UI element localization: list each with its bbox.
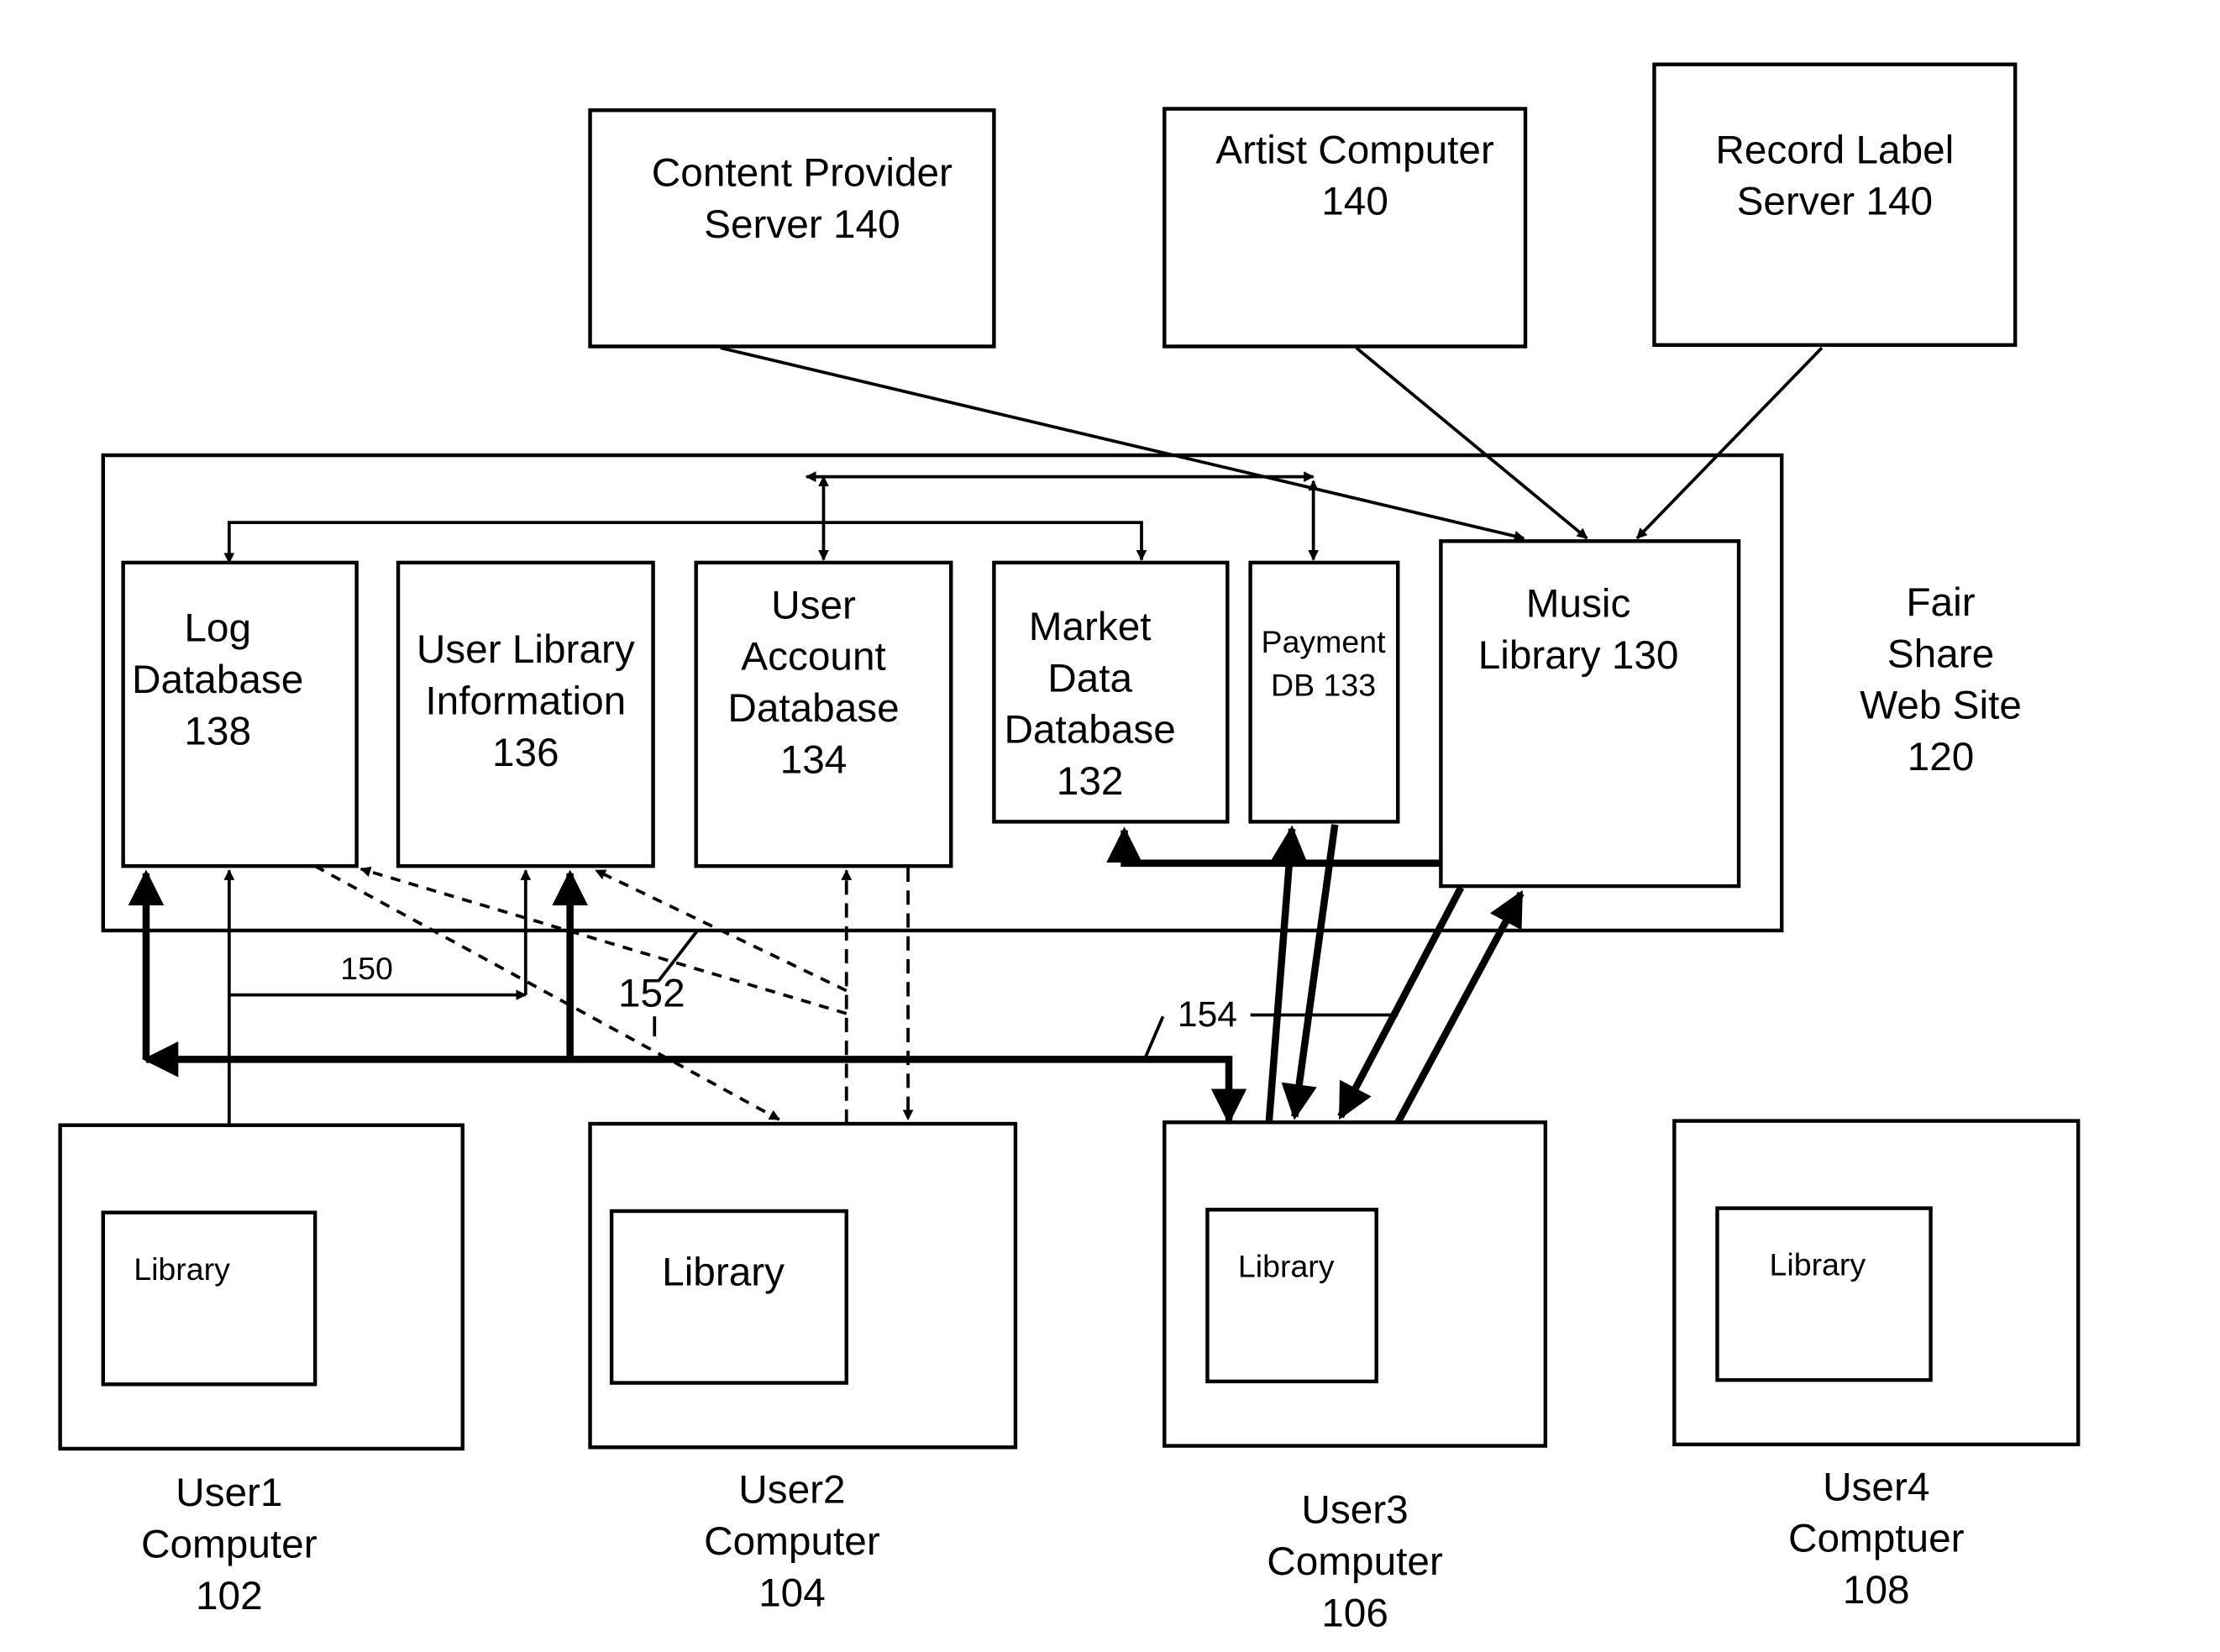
fair-share-system-diagram: Content Provider Server 140 Artist Compu… (58, 62, 2081, 1635)
user-library-label-line3: 136 (492, 731, 559, 775)
user-library-information: User Library Information 136 (396, 560, 655, 868)
user3-label-line3: 106 (1321, 1591, 1388, 1635)
record-label-label-line2: Server 140 (1737, 180, 1933, 224)
market-data-label-line1: Market (1029, 605, 1152, 649)
music-library-label-line2: Library 130 (1478, 633, 1679, 678)
path-154-label: 154 (1178, 994, 1237, 1035)
log-database: Log Database 138 (121, 560, 359, 868)
user1-library (101, 1210, 318, 1387)
content-provider-server: Content Provider Server 140 (588, 108, 996, 349)
user2-library (609, 1209, 848, 1385)
user4-library (1715, 1206, 1933, 1382)
user3-library-label: Library (1238, 1248, 1335, 1283)
user3-computer: Library User3 Computer 106 (1162, 1120, 1548, 1635)
path-154-bus (142, 1041, 1247, 1125)
music-library: Music Library 130 (1439, 539, 1741, 889)
payment-db-label-line2: DB 133 (1271, 667, 1376, 702)
web-site-label-line1: Fair (1906, 580, 1975, 625)
path-152-label: 152 (618, 971, 685, 1015)
web-site-label-line4: 120 (1908, 735, 1975, 779)
user1-computer: Library User1 Computer 102 (58, 1123, 464, 1618)
user-account-database: User Account Database 134 (694, 560, 953, 868)
user4-label-line2: Comptuer (1788, 1517, 1965, 1561)
user-account-label-line3: Database (727, 686, 899, 731)
user1-label-line1: User1 (176, 1471, 282, 1515)
user4-computer: Library User4 Comptuer 108 (1672, 1119, 2081, 1613)
record-label-server: Record Label Server 140 (1652, 62, 2018, 348)
market-data-label-line2: Data (1047, 656, 1132, 700)
user2-computer: Library User2 Computer 104 (588, 1121, 1018, 1615)
user-account-label-line1: User (771, 583, 856, 627)
content-provider-label-line2: Server 140 (704, 202, 900, 247)
user-account-label-line2: Account (741, 635, 885, 679)
web-site-label-line2: Share (1887, 632, 1994, 676)
log-database-label-line1: Log (184, 606, 251, 651)
market-data-database: Market Data Database 132 (992, 560, 1230, 824)
music-library-label-line1: Music (1526, 582, 1631, 627)
log-database-label-line3: 138 (184, 709, 251, 753)
artist-computer-label-line1: Artist Computer (1215, 128, 1494, 172)
log-database-label-line2: Database (132, 658, 303, 702)
path-154-leader (1144, 1015, 1165, 1057)
market-data-label-line4: 132 (1057, 759, 1124, 804)
user-library-label-line2: Information (425, 679, 626, 724)
artist-computer-label-line2: 140 (1321, 180, 1388, 224)
user4-label-line3: 108 (1843, 1568, 1910, 1613)
user2-label-line3: 104 (758, 1571, 826, 1615)
user4-label-line1: User4 (1823, 1465, 1929, 1509)
path-150-label: 150 (340, 951, 393, 986)
user2-label-line1: User2 (738, 1468, 845, 1513)
payment-db: Payment DB 133 (1248, 560, 1400, 824)
user2-library-label: Library (662, 1251, 785, 1295)
user3-label-line1: User3 (1301, 1488, 1408, 1533)
web-site-label-line3: Web Site (1860, 684, 2022, 728)
market-data-label-line3: Database (1004, 708, 1175, 753)
user-library-label-line1: User Library (417, 627, 635, 672)
user2-label-line2: Computer (704, 1519, 880, 1564)
record-label-label-line1: Record Label (1715, 128, 1954, 172)
user1-label-line2: Computer (141, 1523, 318, 1567)
user-account-label-line4: 134 (780, 737, 848, 782)
user3-label-line2: Computer (1267, 1539, 1443, 1584)
artist-computer: Artist Computer 140 (1162, 107, 1528, 349)
user4-library-label: Library (1770, 1247, 1866, 1282)
user3-library (1205, 1208, 1378, 1384)
payment-db-label-line1: Payment (1262, 624, 1387, 659)
user1-label-line3: 102 (196, 1574, 263, 1618)
content-provider-label-line1: Content Provider (652, 151, 953, 196)
user1-library-label: Library (134, 1251, 230, 1287)
